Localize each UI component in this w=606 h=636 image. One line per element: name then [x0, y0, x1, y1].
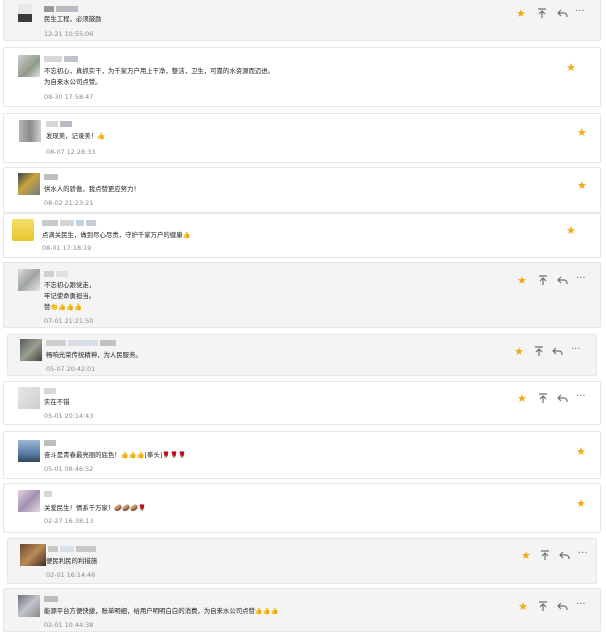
more-icon[interactable]: ···: [576, 599, 586, 610]
comment-card: 奋斗是青春最亮丽的底色！👍👍👍[拳头]🌹🌹🌹 05-01 08:46:52 ★: [3, 431, 601, 479]
comment-timestamp: 12-21 10:55:06: [44, 30, 94, 38]
avatar[interactable]: [18, 387, 40, 409]
avatar[interactable]: [18, 595, 40, 617]
comment-card: 不忘初心，真抓实干，为千家万户用上干净，整洁，卫生，可靠的水资源而迈进。 为自来…: [3, 47, 601, 107]
avatar[interactable]: [18, 55, 40, 77]
comment-timestamp: 05-01 08:46:52: [44, 465, 94, 473]
star-icon[interactable]: ★: [517, 393, 527, 404]
star-icon[interactable]: ★: [576, 446, 586, 457]
star-icon[interactable]: ★: [577, 180, 587, 191]
comment-card: 发现美，记录美！👍 08-07 12:28:33 ★: [3, 113, 601, 163]
comment-card: 民生工程，必须鼓励 12-21 10:55:06 ★ ···: [3, 0, 601, 41]
comment-text: 能源平台方便快捷，账单明细，给用户明明白白的消费，为自来水公司点赞👍👍👍: [44, 607, 279, 615]
comment-text: 供水人的骄傲，我点赞更应努力！: [44, 185, 140, 193]
comment-timestamp: 02-01 16:14:46: [46, 571, 96, 579]
comment-card: 实在不错 05-01 20:14:43 ★ ···: [3, 381, 601, 425]
comment-card: 便民利民的利措施 02-01 16:14:46 ★ ···: [7, 538, 597, 584]
comment-text: 不忘初心跟党走，: [44, 281, 96, 289]
username-redacted: [44, 6, 80, 12]
pin-top-icon[interactable]: [537, 8, 547, 19]
more-icon[interactable]: ···: [575, 6, 585, 17]
comment-timestamp: 08-01 17:18:19: [42, 244, 92, 252]
username-redacted: [44, 388, 58, 394]
star-icon[interactable]: ★: [514, 346, 524, 357]
comment-text: 关爱民生！情系千万家！🥔🥔🥔🌹: [44, 504, 147, 512]
star-icon[interactable]: ★: [576, 498, 586, 509]
username-redacted: [46, 340, 118, 346]
avatar[interactable]: [18, 173, 40, 195]
avatar[interactable]: [20, 544, 46, 566]
username-redacted: [46, 121, 74, 127]
comment-text: 点滴关民生，做到尽心尽责，守护千家万户的健康👍: [42, 231, 191, 239]
pin-top-icon[interactable]: [534, 346, 544, 357]
pin-top-icon[interactable]: [538, 601, 548, 612]
pin-top-icon[interactable]: [538, 275, 548, 286]
comment-text: 为自来水公司点赞。: [44, 78, 102, 86]
comment-timestamp: 02-27 16:38:13: [44, 517, 94, 525]
star-icon[interactable]: ★: [516, 8, 526, 19]
username-redacted: [44, 491, 54, 497]
username-redacted: [44, 174, 60, 180]
comment-timestamp: 07-01 21:21:50: [44, 317, 94, 325]
star-icon[interactable]: ★: [518, 601, 528, 612]
reply-icon[interactable]: [557, 275, 568, 286]
avatar[interactable]: [18, 490, 40, 512]
comment-text: 便民利民的利措施: [46, 557, 98, 565]
reply-icon[interactable]: [557, 393, 568, 404]
comment-text: 牢记使命勇担当。: [44, 292, 96, 300]
star-icon[interactable]: ★: [566, 62, 576, 73]
comment-text: 奋斗是青春最亮丽的底色！👍👍👍[拳头]🌹🌹🌹: [44, 451, 187, 459]
comment-card: 点滴关民生，做到尽心尽责，守护千家万户的健康👍 08-01 17:18:19 ★: [3, 213, 601, 258]
comment-timestamp: 05-01 20:14:43: [44, 412, 94, 420]
reply-icon[interactable]: [552, 346, 563, 357]
username-redacted: [44, 271, 70, 277]
comment-card: 关爱民生！情系千万家！🥔🥔🥔🌹 02-27 16:38:13 ★: [3, 483, 601, 533]
reply-icon[interactable]: [557, 601, 568, 612]
comment-text: 赞👏👍👍👍: [44, 303, 83, 311]
star-icon[interactable]: ★: [577, 127, 587, 138]
username-redacted: [48, 546, 98, 552]
comment-timestamp: 08-07 12:28:33: [46, 148, 96, 156]
comment-text: 不忘初心，真抓实干，为千家万户用上干净，整洁，卫生，可靠的水资源而迈进。: [44, 67, 275, 75]
comment-card: 畅响光荣传统精神，为人民服务。 05-07 20:42:01 ★ ···: [7, 334, 597, 376]
avatar[interactable]: [18, 440, 40, 462]
comment-card: 不忘初心跟党走， 牢记使命勇担当。 赞👏👍👍👍 07-01 21:21:50 ★…: [3, 262, 601, 328]
comment-text: 民生工程，必须鼓励: [44, 15, 102, 23]
comment-timestamp: 02-01 10:44:38: [44, 621, 94, 629]
star-icon[interactable]: ★: [517, 275, 527, 286]
avatar[interactable]: [12, 219, 34, 241]
avatar[interactable]: [20, 339, 42, 361]
comment-timestamp: 08-30 17:58:47: [44, 93, 94, 101]
username-redacted: [44, 440, 58, 446]
comment-text: 实在不错: [44, 398, 70, 406]
star-icon[interactable]: ★: [566, 225, 576, 236]
reply-icon[interactable]: [557, 8, 568, 19]
comment-card: 供水人的骄傲，我点赞更应努力！ 08-02 21:23:21 ★: [3, 167, 601, 213]
pin-top-icon[interactable]: [540, 550, 550, 561]
reply-icon[interactable]: [559, 550, 570, 561]
avatar[interactable]: [18, 269, 40, 291]
more-icon[interactable]: ···: [576, 391, 586, 402]
avatar[interactable]: [19, 120, 41, 142]
pin-top-icon[interactable]: [538, 393, 548, 404]
more-icon[interactable]: ···: [576, 273, 586, 284]
username-redacted: [42, 220, 98, 226]
username-redacted: [44, 596, 60, 602]
star-icon[interactable]: ★: [521, 550, 531, 561]
comment-text: 畅响光荣传统精神，为人民服务。: [46, 351, 142, 359]
more-icon[interactable]: ···: [578, 548, 588, 559]
comment-timestamp: 05-07 20:42:01: [46, 365, 96, 373]
username-redacted: [44, 56, 80, 62]
more-icon[interactable]: ···: [571, 344, 581, 355]
comment-text: 发现美，记录美！👍: [46, 132, 106, 140]
comment-timestamp: 08-02 21:23:21: [44, 199, 94, 207]
avatar[interactable]: [18, 4, 32, 22]
comment-card: 能源平台方便快捷，账单明细，给用户明明白白的消费，为自来水公司点赞👍👍👍 02-…: [3, 588, 601, 632]
